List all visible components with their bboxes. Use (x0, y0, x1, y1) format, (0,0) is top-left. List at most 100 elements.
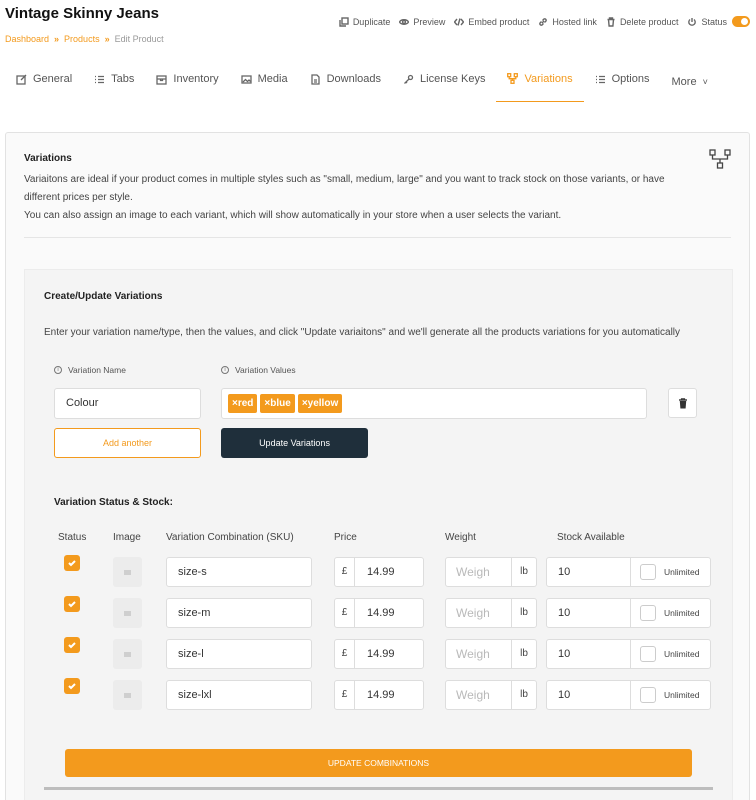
update-combinations-button[interactable]: UPDATE COMBINATIONS (65, 749, 692, 777)
row-sku-input[interactable]: size-lxl (166, 680, 312, 710)
tab-label: Media (257, 73, 288, 85)
row-status-checkbox[interactable] (64, 596, 80, 612)
row-stock-input[interactable]: 10 Unlimited (546, 680, 711, 710)
stock-value: 10 (547, 681, 631, 709)
tab-label: Inventory (173, 73, 219, 85)
variations-title: Variations (24, 153, 72, 164)
row-price-input[interactable]: £14.99 (334, 598, 424, 628)
currency-symbol: £ (335, 640, 355, 668)
row-sku-input[interactable]: size-m (166, 598, 312, 628)
variation-name-input[interactable]: Colour (54, 388, 201, 419)
row-price-input[interactable]: £14.99 (334, 680, 424, 710)
value-chip-red[interactable]: ×red (228, 394, 258, 413)
update-variations-button[interactable]: Update Variations (221, 428, 368, 458)
breadcrumb-products[interactable]: Products (64, 34, 100, 44)
delete-variation-button[interactable] (668, 388, 697, 418)
row-weight-input[interactable]: Weigh lb (445, 598, 537, 628)
tab-variations[interactable]: Variations (496, 56, 584, 102)
trash-icon (678, 397, 687, 408)
unlimited-checkbox[interactable] (640, 646, 656, 662)
add-another-button[interactable]: Add another (54, 428, 201, 458)
stock-value: 10 (547, 599, 631, 627)
file-icon (310, 73, 320, 85)
copy-icon (339, 16, 349, 27)
column-header-weight: Weight (445, 532, 476, 543)
value-chip-yellow[interactable]: ×yellow (297, 394, 343, 413)
row-stock-input[interactable]: 10 Unlimited (546, 557, 711, 587)
unlimited-control: Unlimited (631, 599, 710, 627)
breadcrumb: Dashboard » Products » Edit Product (5, 34, 164, 44)
price-value: 14.99 (367, 566, 395, 578)
tab-label: Tabs (111, 73, 135, 85)
row-sku-input[interactable]: size-l (166, 639, 312, 669)
tab-more[interactable]: More ˅ (661, 56, 719, 102)
tab-general[interactable]: General (5, 56, 83, 102)
variations-description: Variaitons are ideal if your product com… (24, 171, 684, 225)
row-image-placeholder[interactable] (113, 639, 142, 669)
row-image-placeholder[interactable] (113, 680, 142, 710)
unlimited-checkbox[interactable] (640, 605, 656, 621)
tab-license-keys[interactable]: License Keys (392, 56, 496, 102)
tab-media[interactable]: Media (230, 56, 299, 102)
status-toggle[interactable] (732, 16, 750, 27)
status-stock-title: Variation Status & Stock: (54, 497, 173, 508)
variation-values-input[interactable]: ×red ×blue ×yellow (221, 388, 647, 419)
weight-unit: lb (520, 607, 528, 618)
tab-inventory[interactable]: Inventory (145, 56, 229, 102)
value-chip-blue[interactable]: ×blue (260, 394, 295, 413)
row-price-input[interactable]: £14.99 (334, 557, 424, 587)
tab-tabs[interactable]: Tabs (83, 56, 145, 102)
row-stock-input[interactable]: 10 Unlimited (546, 639, 711, 669)
image-icon (124, 692, 131, 698)
row-status-checkbox[interactable] (64, 637, 80, 653)
options-icon (595, 75, 605, 83)
price-value: 14.99 (367, 607, 395, 619)
row-image-placeholder[interactable] (113, 598, 142, 628)
weight-unit: lb (520, 566, 528, 577)
row-status-checkbox[interactable] (64, 555, 80, 571)
info-icon: i (54, 366, 62, 374)
column-header-status: Status (58, 532, 87, 543)
unlimited-checkbox[interactable] (640, 564, 656, 580)
preview-button[interactable]: Preview (399, 17, 445, 27)
row-weight-input[interactable]: Weigh lb (445, 680, 537, 710)
variation-name-label-text: Variation Name (68, 365, 126, 375)
row-weight-input[interactable]: Weigh lb (445, 557, 537, 587)
row-status-checkbox[interactable] (64, 678, 80, 694)
horizontal-scrollbar[interactable] (44, 787, 713, 790)
row-stock-input[interactable]: 10 Unlimited (546, 598, 711, 628)
unlimited-checkbox[interactable] (640, 687, 656, 703)
tab-options[interactable]: Options (584, 56, 661, 102)
create-variations-title: Create/Update Variations (44, 291, 163, 302)
list-icon (95, 75, 105, 83)
variations-panel: Variations Variaitons are ideal if your … (5, 132, 750, 800)
embed-product-button[interactable]: Embed product (454, 17, 529, 27)
info-icon: i (221, 366, 229, 374)
row-sku-input[interactable]: size-s (166, 557, 312, 587)
edit-icon (16, 74, 27, 85)
tab-downloads[interactable]: Downloads (299, 56, 392, 102)
row-price-input[interactable]: £14.99 (334, 639, 424, 669)
weight-placeholder: Weigh (446, 681, 512, 709)
check-icon (68, 683, 76, 690)
column-header-stock: Stock Available (557, 532, 625, 543)
image-icon (240, 74, 252, 84)
row-weight-input[interactable]: Weigh lb (445, 639, 537, 669)
hosted-link-button[interactable]: Hosted link (538, 17, 597, 27)
trash-icon (607, 16, 615, 27)
unlimited-label: Unlimited (664, 690, 700, 700)
weight-unit: lb (520, 689, 528, 700)
check-icon (68, 642, 76, 649)
create-variations-card: Create/Update Variations Enter your vari… (24, 269, 733, 800)
duplicate-label: Duplicate (352, 16, 391, 27)
column-header-image: Image (113, 532, 141, 543)
duplicate-button[interactable]: Duplicate (339, 16, 391, 27)
delete-product-button[interactable]: Delete product (606, 16, 679, 27)
breadcrumb-separator: » (54, 34, 60, 44)
row-image-placeholder[interactable] (113, 557, 142, 587)
variation-values-label: i Variation Values (221, 365, 296, 375)
breadcrumb-dashboard[interactable]: Dashboard (5, 34, 49, 44)
column-header-sku: Variation Combination (SKU) (166, 532, 294, 543)
delete-product-label: Delete product (619, 16, 679, 27)
variations-icon (507, 73, 519, 84)
